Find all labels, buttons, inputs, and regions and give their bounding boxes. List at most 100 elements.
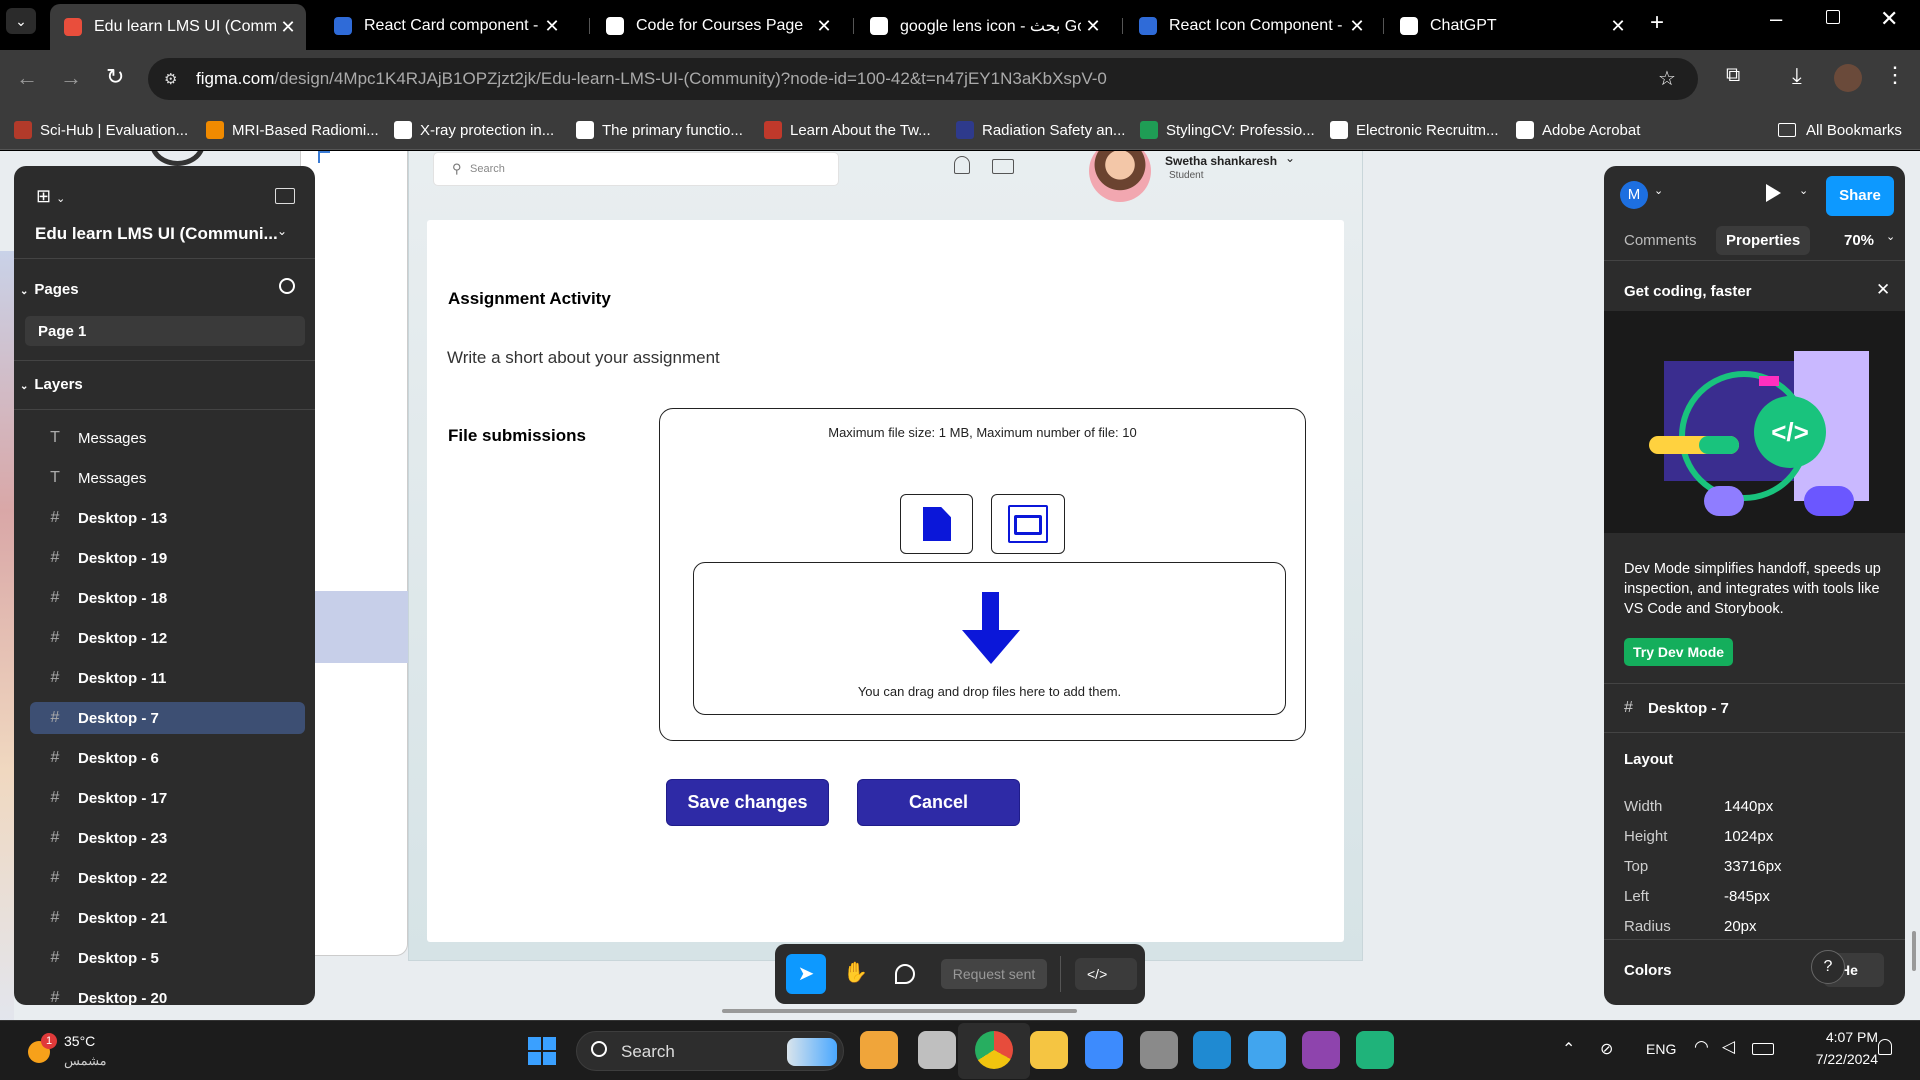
hand-tool-icon[interactable]: ✋ xyxy=(843,960,868,985)
file-name[interactable]: Edu learn LMS UI (Communi... xyxy=(35,224,278,244)
save-changes-button[interactable]: Save changes xyxy=(666,779,829,826)
layer-item[interactable]: # Desktop - 12 xyxy=(30,622,305,654)
layer-item[interactable]: T Messages xyxy=(30,422,305,454)
design-search-bar[interactable]: ⚲ Search xyxy=(433,152,839,186)
edge-icon[interactable] xyxy=(1356,1031,1394,1069)
close-icon[interactable]: ✕ xyxy=(1876,280,1890,300)
layout-prop-value[interactable]: 1440px xyxy=(1724,798,1773,815)
search-pages-icon[interactable] xyxy=(279,278,295,294)
vscode-icon[interactable] xyxy=(1193,1031,1231,1069)
layer-item[interactable]: # Desktop - 13 xyxy=(30,502,305,534)
dev-mode-toggle[interactable]: </> xyxy=(1075,958,1137,990)
layers-heading[interactable]: ⌄ Layers xyxy=(20,376,83,393)
layer-item[interactable]: # Desktop - 21 xyxy=(30,902,305,934)
layout-prop-value[interactable]: 33716px xyxy=(1724,858,1782,875)
language-indicator[interactable]: ENG xyxy=(1646,1041,1676,1057)
tray-network-off-icon[interactable]: ⊘ xyxy=(1600,1039,1613,1059)
bell-icon[interactable] xyxy=(954,156,970,174)
layer-item[interactable]: # Desktop - 11 xyxy=(30,662,305,694)
reload-button[interactable]: ↻ xyxy=(106,64,124,90)
file-explorer-icon[interactable] xyxy=(1030,1031,1068,1069)
tab-comments[interactable]: Comments xyxy=(1624,232,1697,249)
photos-app-icon[interactable] xyxy=(860,1031,898,1069)
page-item-page-1[interactable]: Page 1 xyxy=(25,316,305,346)
layout-prop-value[interactable]: 20px xyxy=(1724,918,1757,935)
drop-zone[interactable]: You can drag and drop files here to add … xyxy=(693,562,1286,715)
help-button[interactable]: ? xyxy=(1811,950,1845,984)
layer-item[interactable]: T Messages xyxy=(30,462,305,494)
bookmark-item[interactable]: X-ray protection in... xyxy=(394,118,554,142)
tab-close-icon[interactable]: ✕ xyxy=(1081,16,1105,37)
bookmark-item[interactable]: The primary functio... xyxy=(576,118,743,142)
clock-date[interactable]: 7/22/2024 xyxy=(1780,1051,1878,1067)
file-explorer-alt-icon[interactable] xyxy=(918,1031,956,1069)
wifi-icon[interactable]: ◠ xyxy=(1694,1037,1709,1057)
assignment-description[interactable]: Write a short about your assignment xyxy=(447,348,720,368)
layer-item[interactable]: # Desktop - 19 xyxy=(30,542,305,574)
user-avatar[interactable] xyxy=(1089,151,1151,202)
try-dev-mode-button[interactable]: Try Dev Mode xyxy=(1624,638,1734,666)
paint-app-icon[interactable] xyxy=(1248,1031,1286,1069)
tray-chevron-up-icon[interactable]: ⌃ xyxy=(1562,1039,1575,1059)
bookmark-item[interactable]: Electronic Recruitm... xyxy=(1330,118,1499,142)
layer-item[interactable]: # Desktop - 17 xyxy=(30,782,305,814)
browser-tab[interactable]: ChatGPT ✕ xyxy=(1386,9,1636,43)
layer-item[interactable]: # Desktop - 5 xyxy=(30,942,305,974)
design-frame-desktop-7[interactable]: ⚲ Search Swetha shankaresh ⌄ Student Ass… xyxy=(408,151,1363,961)
tab-close-icon[interactable]: ✕ xyxy=(1345,16,1369,37)
clock-time[interactable]: 4:07 PM xyxy=(1796,1029,1878,1045)
request-sent-button[interactable]: Request sent xyxy=(941,959,1047,989)
all-bookmarks[interactable]: All Bookmarks xyxy=(1778,118,1902,142)
profile-avatar[interactable] xyxy=(1834,64,1862,92)
browser-tab[interactable]: Edu learn LMS UI (Community)✕ xyxy=(50,4,306,50)
address-bar[interactable]: ⚙ figma.com/design/4Mpc1K4RJAjB1OPZjzt2j… xyxy=(148,58,1698,100)
comment-tool-icon[interactable] xyxy=(895,964,915,984)
vertical-scrollbar[interactable] xyxy=(1912,931,1916,971)
file-menu-chevron-icon[interactable]: ⌄ xyxy=(277,224,287,238)
present-chevron-icon[interactable]: ⌄ xyxy=(1799,184,1808,197)
chevron-down-icon[interactable]: ⌄ xyxy=(1285,151,1295,165)
forward-button[interactable]: → xyxy=(60,65,82,91)
browser-tab[interactable]: google lens icon - بحث Go✕ xyxy=(856,9,1111,43)
bookmark-item[interactable]: StylingCV: Professio... xyxy=(1140,118,1315,142)
layer-item[interactable]: # Desktop - 18 xyxy=(30,582,305,614)
browser-tab[interactable]: Code for Courses Page ✕ xyxy=(592,9,842,43)
layer-item[interactable]: # Desktop - 6 xyxy=(30,742,305,774)
sidebar-toggle-icon[interactable] xyxy=(275,188,295,204)
layout-prop-value[interactable]: -845px xyxy=(1724,888,1770,905)
tab-close-icon[interactable]: ✕ xyxy=(1606,16,1630,37)
tab-close-icon[interactable]: ✕ xyxy=(540,16,564,37)
zoom-level[interactable]: 70% xyxy=(1844,232,1874,249)
avatar-chevron-icon[interactable]: ⌄ xyxy=(1654,184,1663,197)
back-button[interactable]: ← xyxy=(16,65,38,91)
tab-close-icon[interactable]: ✕ xyxy=(812,16,836,37)
bookmark-item[interactable]: MRI-Based Radiomi... xyxy=(206,118,379,142)
chrome-icon[interactable] xyxy=(975,1031,1013,1069)
site-info-icon[interactable]: ⚙ xyxy=(164,70,177,88)
new-tab-button[interactable]: + xyxy=(1650,9,1664,37)
volume-icon[interactable]: ◁ xyxy=(1722,1037,1735,1057)
minimize-window-button[interactable]: – xyxy=(1770,6,1782,32)
taskbar-search[interactable]: Search xyxy=(576,1031,844,1071)
browser-menu-icon[interactable]: ⋮ xyxy=(1884,62,1906,88)
download-icon[interactable]: ⤓ xyxy=(1792,63,1802,89)
layer-item[interactable]: # Desktop - 22 xyxy=(30,862,305,894)
add-file-button[interactable] xyxy=(900,494,973,554)
browser-tab[interactable]: React Icon Component - M ✕ xyxy=(1125,9,1375,43)
battery-icon[interactable] xyxy=(1752,1043,1774,1055)
folder-view-button[interactable] xyxy=(991,494,1065,554)
tab-list-button[interactable]: ⌄ xyxy=(6,8,36,34)
move-tool-button[interactable]: ➤ xyxy=(786,954,826,994)
layer-item[interactable]: # Desktop - 7 xyxy=(30,702,305,734)
weather-widget[interactable]: 1 35°C مشمس xyxy=(24,1029,134,1073)
mail-icon[interactable] xyxy=(992,159,1014,174)
bookmark-item[interactable]: Sci-Hub | Evaluation... xyxy=(14,118,188,142)
layer-item[interactable]: # Desktop - 23 xyxy=(30,822,305,854)
browser-tab[interactable]: React Card component - Jo✕ xyxy=(320,9,570,43)
layout-prop-value[interactable]: 1024px xyxy=(1724,828,1773,845)
pages-heading[interactable]: ⌄ Pages xyxy=(20,281,79,298)
bookmark-item[interactable]: Radiation Safety an... xyxy=(956,118,1125,142)
notification-bell-icon[interactable] xyxy=(1878,1039,1892,1055)
github-desktop-icon[interactable] xyxy=(1302,1031,1340,1069)
bookmark-item[interactable]: Learn About the Tw... xyxy=(764,118,931,142)
